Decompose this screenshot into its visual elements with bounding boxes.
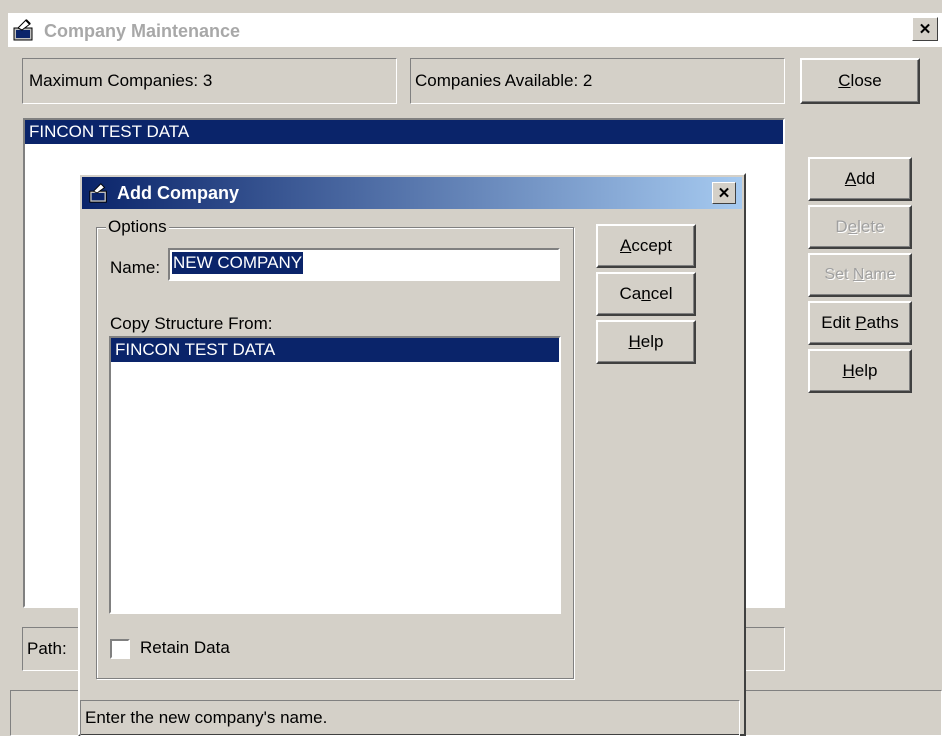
window-app-icon: [12, 18, 36, 42]
close-icon: ✕: [717, 185, 731, 202]
max-companies-label: Maximum Companies: 3: [29, 71, 213, 90]
dialog-help-button[interactable]: Help: [596, 320, 696, 364]
help-button[interactable]: Help: [808, 349, 912, 393]
retain-data-checkbox[interactable]: [110, 639, 130, 659]
add-button[interactable]: Add: [808, 157, 912, 201]
list-item[interactable]: FINCON TEST DATA: [25, 120, 783, 144]
dialog-close-button[interactable]: ✕: [712, 182, 736, 204]
accept-button[interactable]: Accept: [596, 224, 696, 268]
delete-button[interactable]: De lete: [808, 205, 912, 249]
set-name-button[interactable]: Set Name: [808, 253, 912, 297]
dialog-status-bar: Enter the new company's name.: [80, 700, 740, 736]
main-window-title: Company Maintenance: [44, 21, 241, 41]
main-close-button[interactable]: ✕: [912, 17, 938, 41]
dialog-title: Add Company: [117, 183, 240, 203]
close-button[interactable]: Close: [800, 58, 920, 104]
name-label: Name:: [110, 258, 161, 277]
dialog-status-text: Enter the new company's name.: [85, 708, 328, 727]
copy-structure-list[interactable]: FINCON TEST DATA: [109, 336, 561, 614]
cancel-button[interactable]: Ca n cel: [596, 272, 696, 316]
options-group-label: Options: [106, 217, 169, 237]
companies-available-field: Companies Available: 2: [410, 58, 785, 104]
name-input-value: NEW COMPANY: [172, 252, 304, 274]
list-item[interactable]: FINCON TEST DATA: [111, 338, 559, 362]
copy-structure-label: Copy Structure From:: [110, 314, 273, 333]
edit-paths-button[interactable]: Edit Paths: [808, 301, 912, 345]
retain-data-label[interactable]: Retain Data: [140, 636, 230, 660]
close-icon: ✕: [918, 21, 932, 38]
path-label: Path:: [27, 639, 67, 658]
dialog-app-icon: [88, 182, 110, 204]
max-companies-field: Maximum Companies: 3: [22, 58, 397, 104]
name-input[interactable]: NEW COMPANY: [168, 248, 560, 281]
companies-available-label: Companies Available: 2: [415, 71, 593, 90]
